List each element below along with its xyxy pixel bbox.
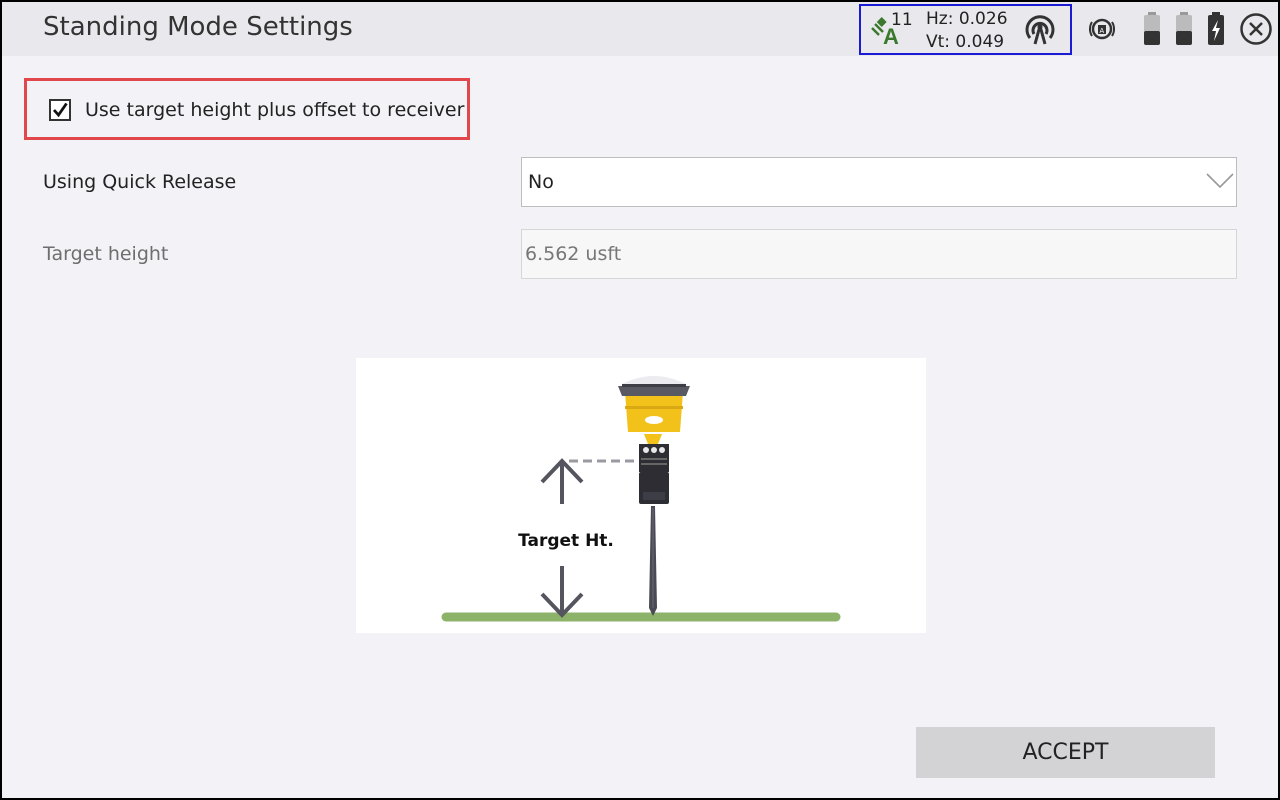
vt-precision: Vt: 0.049 [926, 32, 1005, 52]
page-title: Standing Mode Settings [43, 12, 353, 42]
battery-charging-icon [1208, 12, 1224, 45]
quick-release-label: Using Quick Release [43, 171, 237, 193]
target-height-field: 6.562 usft [521, 229, 1237, 279]
target-height-value: 6.562 usft [525, 243, 622, 265]
target-height-checkbox[interactable] [49, 99, 71, 121]
gnss-status-panel[interactable]: A 11 Hz: 0.026 Vt: 0.049 [859, 4, 1072, 55]
checkmark-icon [52, 102, 68, 118]
title-bar: Standing Mode Settings A 11 Hz: 0.026 Vt… [2, 2, 1278, 56]
hz-precision: Hz: 0.026 [926, 9, 1008, 29]
svg-text:A: A [1100, 28, 1105, 35]
chevron-down-icon [1206, 173, 1234, 189]
receiver-pole-illustration: Target Ht. [441, 376, 841, 622]
target-height-label: Target height [43, 243, 169, 265]
gnss-receiver [625, 392, 683, 432]
quick-release-value: No [528, 171, 554, 193]
target-height-checkbox-label: Use target height plus offset to receive… [85, 99, 465, 121]
target-ht-label: Target Ht. [518, 531, 614, 551]
radio-signal-icon [1025, 15, 1055, 45]
battery-low-icon [1176, 12, 1192, 45]
battery-low-icon [1144, 12, 1160, 45]
target-height-option[interactable]: Use target height plus offset to receive… [24, 78, 470, 140]
quick-release-select[interactable]: No [521, 157, 1237, 207]
standing-mode-diagram: Target Ht. [356, 358, 926, 633]
gnss-receiver-icon[interactable]: A [1087, 14, 1117, 44]
close-icon[interactable] [1239, 12, 1273, 46]
accept-button[interactable]: ACCEPT [916, 727, 1215, 778]
satellite-count: 11 [891, 10, 913, 30]
window: Standing Mode Settings A 11 Hz: 0.026 Vt… [0, 0, 1280, 800]
